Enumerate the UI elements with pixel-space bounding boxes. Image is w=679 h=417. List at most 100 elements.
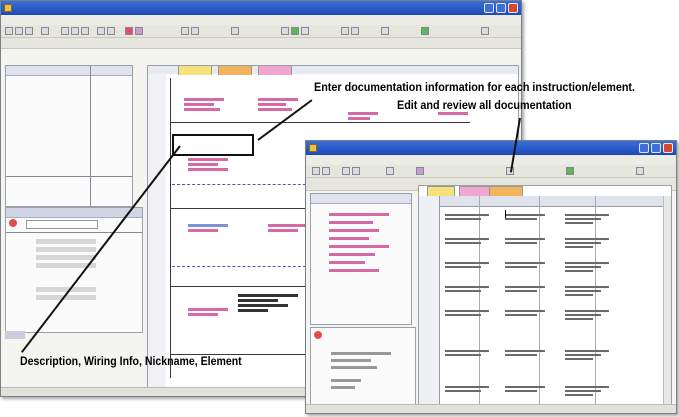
contact-doc[interactable] [268,222,308,234]
tool-icon[interactable] [381,27,389,35]
tool-icon[interactable] [421,27,429,35]
contact-doc[interactable] [188,156,228,173]
minimize-icon[interactable] [484,3,494,13]
table-cell[interactable] [505,308,545,318]
front-window-title-bar[interactable] [306,141,676,155]
table-cell[interactable] [445,236,489,246]
tool-icon[interactable] [312,167,320,175]
rung [170,122,470,123]
minimize-icon[interactable] [639,143,649,153]
contact-doc[interactable] [258,96,298,113]
tool-icon[interactable] [301,27,309,35]
close-icon[interactable] [663,143,673,153]
contact-doc[interactable] [184,96,224,113]
tool-icon[interactable] [481,27,489,35]
tool-icon[interactable] [181,27,189,35]
table-row[interactable] [439,306,664,328]
table-cell[interactable] [445,384,489,394]
cut-icon[interactable] [61,27,69,35]
tool-icon[interactable] [416,167,424,175]
table-row[interactable] [439,382,664,404]
tool-icon[interactable] [322,167,330,175]
table-row[interactable] [439,258,664,280]
nav-line[interactable] [6,94,132,101]
paste-icon[interactable] [81,27,89,35]
table-cell[interactable] [565,236,609,250]
power-rail [170,78,171,378]
doc-tab[interactable] [459,186,491,196]
table-cell[interactable] [505,284,545,294]
copy-icon[interactable] [71,27,79,35]
nav-line[interactable] [6,101,132,108]
tool-icon[interactable] [342,167,350,175]
table-cell[interactable] [505,260,545,270]
redo-icon[interactable] [107,27,115,35]
table-row[interactable] [439,234,664,256]
tool-icon[interactable] [135,27,143,35]
nav-line[interactable] [6,80,132,87]
maximize-icon[interactable] [496,3,506,13]
table-cell[interactable] [445,348,489,358]
table-cell[interactable] [505,348,545,358]
table-cell[interactable] [565,260,609,274]
front-window [305,140,677,414]
contact-doc[interactable] [238,292,298,314]
new-icon[interactable] [5,27,13,35]
tool-icon[interactable] [566,167,574,175]
table-cell[interactable] [505,384,545,394]
ladder-tab[interactable] [258,66,292,75]
undo-icon[interactable] [97,27,105,35]
monitor-icon[interactable] [125,27,133,35]
print-icon[interactable] [41,27,49,35]
tool-icon[interactable] [281,27,289,35]
table-cell[interactable] [565,384,609,398]
maximize-icon[interactable] [651,143,661,153]
table-cell[interactable] [505,236,545,246]
doc-tab[interactable] [427,186,455,196]
table-cell[interactable] [565,212,609,226]
tool-icon[interactable] [291,27,299,35]
table-cell[interactable] [445,308,489,318]
coil-doc[interactable] [348,110,378,122]
save-icon[interactable] [25,27,33,35]
nav-line[interactable] [6,129,132,136]
tool-icon[interactable] [636,167,644,175]
record-icon[interactable] [9,219,17,227]
table-cell[interactable] [505,212,545,222]
contact-doc[interactable] [188,222,228,234]
nav-line[interactable] [6,115,132,122]
front-window-controls [639,143,673,153]
tool-icon[interactable] [341,27,349,35]
tool-icon[interactable] [351,27,359,35]
table-cell[interactable] [565,348,609,362]
ladder-tab[interactable] [218,66,252,75]
nav-line[interactable] [6,108,132,115]
table-cell[interactable] [445,212,489,222]
panel-tab[interactable] [5,331,25,339]
contact-doc[interactable] [188,306,228,318]
nav-line[interactable] [6,136,132,143]
table-cell[interactable] [445,284,489,294]
tool-icon[interactable] [352,167,360,175]
front-menu-bar [306,155,676,165]
tool-icon[interactable] [231,27,239,35]
table-cell[interactable] [445,260,489,270]
tool-icon[interactable] [191,27,199,35]
table-cell[interactable] [565,308,609,322]
record-icon[interactable] [314,331,322,339]
grid-scrollbar[interactable] [663,196,671,408]
nav-line[interactable] [6,122,132,129]
tool-icon[interactable] [386,167,394,175]
table-row[interactable] [439,346,664,368]
table-row[interactable] [439,282,664,304]
address-field[interactable] [26,220,98,229]
back-window-title-bar[interactable] [1,1,521,15]
table-row[interactable] [439,210,664,232]
open-icon[interactable] [15,27,23,35]
table-cell[interactable] [565,284,609,298]
ladder-tab[interactable] [178,66,212,75]
selected-element-box[interactable] [172,134,254,156]
nav-line[interactable] [6,87,132,94]
doc-tab[interactable] [489,186,523,196]
close-icon[interactable] [508,3,518,13]
